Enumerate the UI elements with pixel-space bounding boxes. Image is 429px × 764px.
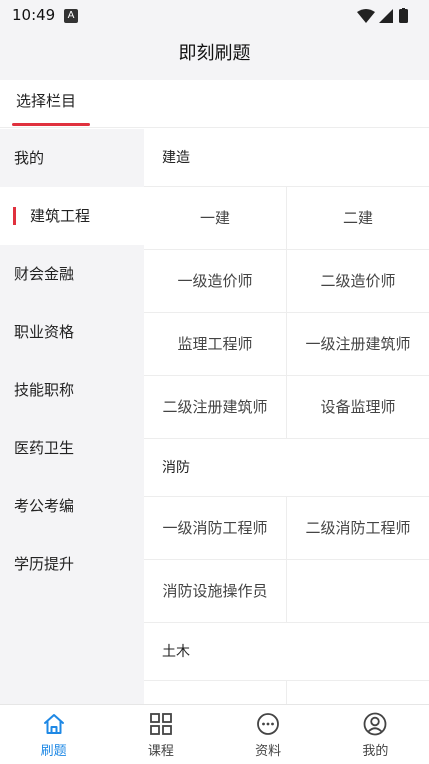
exam-item-partial[interactable] <box>287 681 429 704</box>
wifi-icon <box>357 9 375 23</box>
sidebar-item-finance[interactable]: 财会金融 <box>0 245 144 303</box>
exam-item[interactable]: 一级造价师 <box>144 250 287 313</box>
exam-grid: 一建 二建 一级造价师 二级造价师 监理工程师 一级注册建筑师 二级注册建筑师 … <box>144 187 429 439</box>
nav-label: 我的 <box>362 744 389 759</box>
battery-icon <box>399 9 408 23</box>
nav-tab-practice[interactable]: 刷题 <box>0 705 107 764</box>
sidebar-item-mine[interactable]: 我的 <box>0 129 144 187</box>
tab-select-column[interactable]: 选择栏目 <box>16 90 76 111</box>
nav-label: 刷题 <box>40 744 67 759</box>
exam-item-partial[interactable] <box>144 681 287 704</box>
nav-tab-courses[interactable]: 课程 <box>107 705 214 764</box>
grid-icon <box>149 713 172 735</box>
exam-item[interactable]: 二级造价师 <box>287 250 429 313</box>
exam-list: 建造 一建 二建 一级造价师 二级造价师 监理工程师 一级注册建筑师 二级注册建… <box>144 129 429 704</box>
exam-grid <box>144 681 429 704</box>
tabs-bar: 选择栏目 <box>0 80 429 128</box>
section-title: 建造 <box>144 129 429 187</box>
exam-item[interactable]: 一建 <box>144 187 287 250</box>
signal-icon <box>379 9 393 23</box>
chat-bubble-icon <box>257 713 280 735</box>
status-icons <box>357 8 408 23</box>
nav-label: 资料 <box>255 744 282 759</box>
status-bar: 10:49 A <box>0 0 429 32</box>
section-title: 土木 <box>144 623 429 681</box>
exam-item-empty <box>287 560 429 623</box>
status-time: 10:49 <box>12 6 56 24</box>
sidebar-item-architecture[interactable]: 建筑工程 <box>0 187 144 245</box>
exam-item[interactable]: 监理工程师 <box>144 313 287 376</box>
exam-item[interactable]: 消防设施操作员 <box>144 560 287 623</box>
exam-item[interactable]: 设备监理师 <box>287 376 429 439</box>
notification-icon: A <box>64 9 78 23</box>
bottom-nav: 刷题 课程 资料 我的 <box>0 704 429 764</box>
exam-item[interactable]: 二级消防工程师 <box>287 497 429 560</box>
sidebar-item-skill-title[interactable]: 技能职称 <box>0 361 144 419</box>
exam-grid: 一级消防工程师 二级消防工程师 消防设施操作员 <box>144 497 429 623</box>
tab-active-indicator <box>12 123 90 126</box>
category-sidebar: 我的 建筑工程 财会金融 职业资格 技能职称 医药卫生 考公考编 学历提升 <box>0 129 144 704</box>
app-header: 即刻刷题 <box>0 32 429 80</box>
exam-item[interactable]: 二建 <box>287 187 429 250</box>
section-title: 消防 <box>144 439 429 497</box>
sidebar-item-education[interactable]: 学历提升 <box>0 535 144 593</box>
nav-label: 课程 <box>147 744 174 759</box>
user-icon <box>363 712 387 736</box>
sidebar-item-medicine[interactable]: 医药卫生 <box>0 419 144 477</box>
home-icon <box>43 714 64 734</box>
page-title: 即刻刷题 <box>178 43 251 64</box>
nav-tab-materials[interactable]: 资料 <box>215 705 322 764</box>
exam-item[interactable]: 二级注册建筑师 <box>144 376 287 439</box>
sidebar-item-civil-service[interactable]: 考公考编 <box>0 477 144 535</box>
nav-tab-mine[interactable]: 我的 <box>322 705 429 764</box>
exam-item[interactable]: 一级注册建筑师 <box>287 313 429 376</box>
sidebar-item-professional-qualification[interactable]: 职业资格 <box>0 303 144 361</box>
exam-item[interactable]: 一级消防工程师 <box>144 497 287 560</box>
